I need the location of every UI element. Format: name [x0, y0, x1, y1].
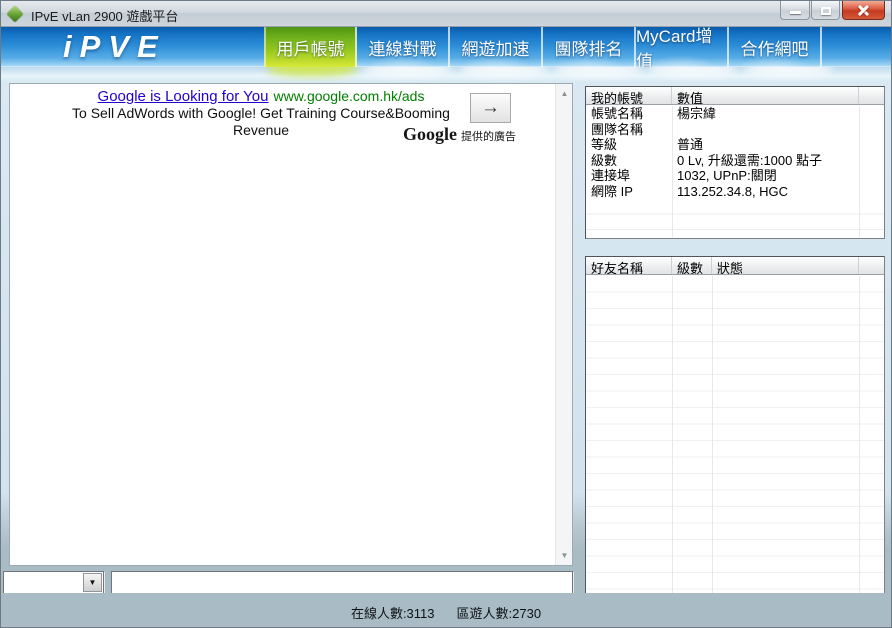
friends-table-body — [586, 276, 884, 594]
tab-team-ranking[interactable]: 團隊排名 — [543, 27, 636, 67]
empty-rows — [586, 199, 884, 238]
row-value: 113.252.34.8, HGC — [677, 183, 789, 199]
tab-partner-cafe[interactable]: 合作網吧 — [729, 27, 822, 67]
close-icon — [857, 4, 870, 17]
chevron-down-icon[interactable]: ▼ — [83, 573, 102, 592]
table-row: 連接埠 1032, UPnP:關閉 — [586, 168, 884, 184]
maximize-button[interactable] — [811, 1, 840, 20]
google-logo: Google — [403, 124, 457, 144]
account-table-header: 我的帳號 數值 — [586, 87, 884, 105]
column-header-spacer — [859, 257, 884, 274]
navbar: iPVE 用戶帳號 連線對戰 網遊加速 團隊排名 MyCard增值 合作網吧 — [1, 27, 891, 71]
area-count: 區遊人數:2730 — [456, 606, 542, 621]
column-divider — [859, 276, 860, 593]
column-header-level[interactable]: 級數 — [672, 257, 712, 274]
row-label: 網際 IP — [591, 183, 633, 199]
nav-tabs: 用戶帳號 連線對戰 網遊加速 團隊排名 MyCard增值 合作網吧 — [264, 27, 822, 71]
arrow-right-icon: → — [481, 97, 500, 118]
row-label: 等級 — [591, 137, 618, 152]
tab-glow — [648, 67, 738, 76]
window-title: IPvE vLan 2900 遊戲平台 — [31, 9, 179, 24]
account-table-body: 帳號名稱 楊宗緯 團隊名稱 等級 普通 級數 0 Lv, 升級還需:1000 點… — [586, 106, 884, 238]
column-divider — [859, 106, 860, 237]
column-divider — [672, 106, 673, 237]
window-controls — [780, 1, 885, 20]
table-row: 帳號名稱 楊宗緯 — [586, 106, 884, 122]
friends-table-header: 好友名稱 級數 狀態 — [586, 257, 884, 275]
scroll-down-icon[interactable]: ▼ — [556, 547, 573, 564]
chat-message-input[interactable] — [111, 571, 573, 594]
tab-game-boost[interactable]: 網遊加速 — [450, 27, 543, 67]
app-logo: iPVE — [63, 29, 166, 64]
ad-headline-link[interactable]: Google is Looking for You — [98, 88, 269, 105]
row-value: 楊宗緯 — [677, 106, 717, 121]
row-value: 0 Lv, 升級還需:1000 點子 — [677, 152, 822, 168]
ad-attribution-text: 提供的廣告 — [461, 131, 516, 143]
account-table: 我的帳號 數值 帳號名稱 楊宗緯 團隊名稱 等級 普通 級數 0 Lv, 升級還… — [585, 86, 885, 239]
content-scrollbar[interactable]: ▲ ▼ — [555, 84, 572, 565]
tab-online-battle[interactable]: 連線對戰 — [357, 27, 450, 67]
app-window: IPvE vLan 2900 遊戲平台 iPVE 用戶帳號 連線對戰 網遊加速 … — [0, 0, 892, 628]
column-divider — [672, 276, 673, 593]
column-divider — [712, 276, 713, 593]
content-panel: Google is Looking for You www.google.com.… — [9, 83, 573, 566]
row-label: 團隊名稱 — [591, 121, 644, 137]
table-row: 網際 IP 113.252.34.8, HGC — [586, 184, 884, 200]
ad-next-button[interactable]: → — [470, 93, 511, 123]
online-count: 在線人數:3113 — [350, 606, 435, 621]
row-label: 帳號名稱 — [591, 106, 644, 121]
column-header-spacer — [859, 87, 884, 104]
nav-reflection — [1, 67, 891, 83]
app-icon — [6, 5, 24, 23]
table-row: 等級 普通 — [586, 137, 884, 153]
empty-rows — [586, 276, 884, 594]
row-value: 普通 — [677, 137, 704, 152]
ad-body-line1: To Sell AdWords with Google! Get Trainin… — [72, 105, 450, 121]
ad-url[interactable]: www.google.com.hk/ads — [274, 88, 425, 104]
maximize-icon — [820, 6, 831, 15]
tab-glow — [363, 67, 453, 76]
statusbar: 在線人數:3113 區遊人數:2730 — [1, 593, 891, 627]
column-header-value[interactable]: 數值 — [672, 87, 859, 104]
friends-table: 好友名稱 級數 狀態 — [585, 256, 885, 595]
tab-mycard-topup[interactable]: MyCard增值 — [636, 27, 729, 71]
tab-glow — [459, 67, 549, 76]
column-header-friend-name[interactable]: 好友名稱 — [586, 257, 672, 274]
column-header-status[interactable]: 狀態 — [712, 257, 859, 274]
tab-user-account[interactable]: 用戶帳號 — [264, 27, 357, 67]
tab-glow — [743, 67, 833, 76]
column-header-my-account[interactable]: 我的帳號 — [586, 87, 672, 104]
table-row: 團隊名稱 — [586, 122, 884, 138]
titlebar: IPvE vLan 2900 遊戲平台 — [1, 1, 891, 27]
minimize-button[interactable] — [780, 1, 810, 20]
row-label: 級數 — [591, 152, 618, 168]
minimize-icon — [789, 11, 801, 14]
row-value: 1032, UPnP:關閉 — [677, 168, 777, 183]
close-button[interactable] — [842, 1, 885, 20]
table-row: 級數 0 Lv, 升級還需:1000 點子 — [586, 153, 884, 169]
ad-attribution: Google 提供的廣告 — [330, 124, 516, 145]
active-tab-glow — [266, 67, 358, 76]
tab-glow — [553, 67, 643, 76]
scroll-up-icon[interactable]: ▲ — [556, 85, 573, 102]
row-label: 連接埠 — [591, 168, 631, 183]
chat-channel-dropdown[interactable]: ▼ — [3, 571, 104, 594]
main-area: Google is Looking for You www.google.com.… — [1, 83, 891, 595]
